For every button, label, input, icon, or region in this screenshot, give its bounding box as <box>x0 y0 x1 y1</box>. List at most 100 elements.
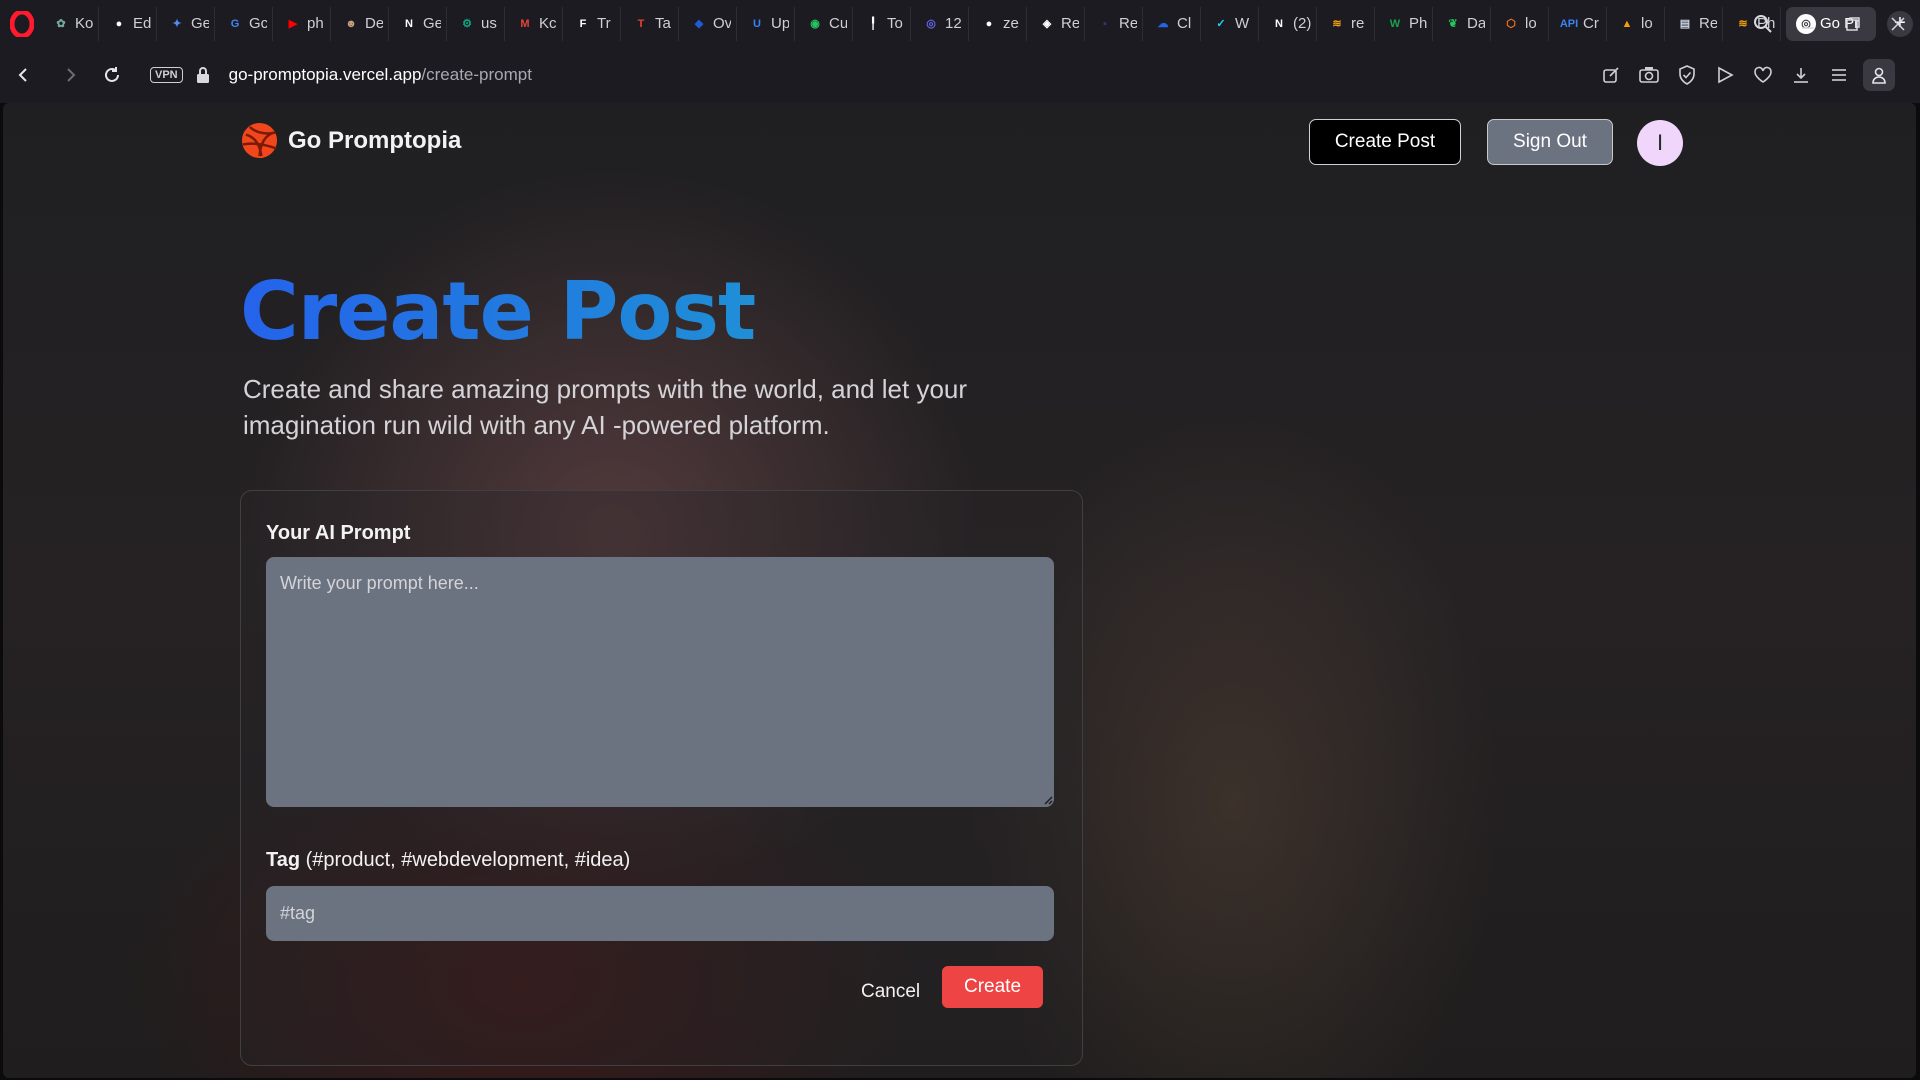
tab-label: Cr <box>1583 15 1599 32</box>
window-controls <box>1740 0 1920 47</box>
tab-label: Da <box>1467 15 1485 32</box>
send-icon[interactable] <box>1706 56 1744 94</box>
reload-icon[interactable] <box>96 59 128 91</box>
browser-tab[interactable]: ≋ re <box>1322 6 1375 41</box>
browser-tab[interactable]: ✓ W <box>1206 6 1259 41</box>
browser-tab[interactable]: ◆ Ov <box>684 6 737 41</box>
shield-blue-icon: ◆ <box>694 18 704 30</box>
heart-icon[interactable] <box>1744 56 1782 94</box>
create-post-button[interactable]: Create Post <box>1309 119 1461 165</box>
api-icon: API <box>1559 17 1579 30</box>
tab-label: Kc <box>539 15 557 32</box>
tab-label: Ta <box>655 15 671 32</box>
browser-tab[interactable]: ▤ Re <box>1670 6 1723 41</box>
upwork-icon: U <box>753 17 761 30</box>
easy-setup-menu-icon[interactable] <box>1820 56 1858 94</box>
browser-tab[interactable]: F Tr <box>568 6 621 41</box>
url-path: /create-prompt <box>421 65 532 84</box>
mongodb-icon: ❦ <box>1448 18 1458 30</box>
browser-tab[interactable]: ▶ ph <box>278 6 331 41</box>
close-window-icon[interactable] <box>1875 0 1920 47</box>
share-edit-icon[interactable] <box>1592 56 1630 94</box>
globe-icon: ◎ <box>926 18 936 30</box>
url-field[interactable]: go-promptopia.vercel.app/create-prompt <box>229 65 532 85</box>
check-icon: ✓ <box>1216 18 1226 30</box>
tab-label: Tr <box>597 15 611 32</box>
lock-icon[interactable] <box>195 66 211 84</box>
browser-tab[interactable]: ☁ Cl <box>1148 6 1201 41</box>
tab-label: Ge <box>423 15 441 32</box>
create-submit-button[interactable]: Create <box>942 966 1043 1008</box>
browser-tab[interactable]: ● Ed <box>104 6 157 41</box>
tag-input[interactable] <box>266 886 1054 941</box>
browser-tab[interactable]: ✦ Ge <box>162 6 215 41</box>
cloud-icon: ☁ <box>1157 18 1169 30</box>
browser-tab[interactable]: N Ge <box>394 6 447 41</box>
notion-n-icon: N <box>405 17 413 30</box>
browser-tab[interactable]: ✿ Ko <box>46 6 99 41</box>
browser-tab[interactable]: ☻ De <box>336 6 389 41</box>
cancel-button[interactable]: Cancel <box>861 981 920 1003</box>
tab-label: lo <box>1641 15 1653 32</box>
browser-tab[interactable]: ● ze <box>974 6 1027 41</box>
chat-green-icon: ◉ <box>810 18 820 30</box>
browser-tab[interactable]: G Gc <box>220 6 273 41</box>
tab-label: (2) <box>1293 15 1311 32</box>
restore-icon[interactable] <box>1830 0 1875 47</box>
brand-name: Go Promptopia <box>288 126 462 154</box>
address-bar: VPN go-promptopia.vercel.app/create-prom… <box>0 47 1920 139</box>
opera-logo-icon[interactable] <box>8 10 36 38</box>
tab-label: De <box>365 15 383 32</box>
browser-tab[interactable]: ◈ Re <box>1032 6 1085 41</box>
page-viewport: Go Promptopia Create Post Sign Out I Cre… <box>3 103 1916 1078</box>
user-avatar[interactable]: I <box>1637 120 1683 166</box>
tab-label: To <box>887 15 903 32</box>
google-translate-icon: G <box>230 17 240 30</box>
browser-tab[interactable]: ▪ Re <box>1090 6 1143 41</box>
browser-tab[interactable]: M Kc <box>510 6 563 41</box>
browser-tab-bar: ✿ Ko ● Ed ✦ Ge G Gc ▶ ph ☻ De N Ge ⚙ us M Kc F Tr T Ta ◆ Ov U Up ◉… <box>0 0 1920 47</box>
vpn-badge[interactable]: VPN <box>150 67 183 83</box>
tool-icon: ╿ <box>869 18 877 30</box>
browser-tab[interactable]: ⚙ us <box>452 6 505 41</box>
prompt-textarea[interactable] <box>266 557 1054 807</box>
browser-tab[interactable]: API Cr <box>1554 6 1607 41</box>
avatar-icon: ☻ <box>345 17 357 30</box>
tab-label: Cu <box>829 15 847 32</box>
forward-arrow-icon[interactable] <box>54 59 86 91</box>
tab-label: W <box>1235 15 1250 32</box>
browser-tab[interactable]: ▲ lo <box>1612 6 1665 41</box>
youtube-icon: ▶ <box>288 18 298 30</box>
download-icon[interactable] <box>1782 56 1820 94</box>
tab-label: us <box>481 15 497 32</box>
sign-out-button[interactable]: Sign Out <box>1487 119 1613 165</box>
browser-tab[interactable]: ❦ Da <box>1438 6 1491 41</box>
github-icon: ● <box>985 17 993 30</box>
tab-label: Ph <box>1409 15 1427 32</box>
tab-label: lo <box>1525 15 1537 32</box>
promptopia-logo-icon <box>241 122 278 159</box>
brand-link[interactable]: Go Promptopia <box>240 121 461 160</box>
browser-tab[interactable]: W Ph <box>1380 6 1433 41</box>
create-post-form: Your AI Prompt Tag (#product, #webdevelo… <box>240 490 1083 1066</box>
profile-icon[interactable] <box>1858 56 1896 94</box>
url-host: go-promptopia.vercel.app <box>228 65 422 84</box>
browser-tab[interactable]: T Ta <box>626 6 679 41</box>
browser-tab[interactable]: ◉ Cu <box>800 6 853 41</box>
shield-check-icon[interactable] <box>1668 56 1706 94</box>
browser-tab[interactable]: ◎ 12 <box>916 6 969 41</box>
tab-strip: ✿ Ko ● Ed ✦ Ge G Gc ▶ ph ☻ De N Ge ⚙ us M Kc F Tr T Ta ◆ Ov U Up ◉… <box>46 0 1786 47</box>
prompt-field-label: Your AI Prompt <box>266 522 411 544</box>
browser-tab[interactable]: N (2) <box>1264 6 1317 41</box>
browser-search-icon[interactable] <box>1740 0 1785 47</box>
tab-label: re <box>1351 15 1365 32</box>
minimize-icon[interactable] <box>1785 0 1830 47</box>
browser-tab[interactable]: U Up <box>742 6 795 41</box>
openai-icon: ⚙ <box>462 18 472 30</box>
back-arrow-icon[interactable] <box>8 59 40 91</box>
resize-grip-icon[interactable] <box>1043 795 1053 805</box>
camera-icon[interactable] <box>1630 56 1668 94</box>
browser-tab[interactable]: ╿ To <box>858 6 911 41</box>
tab-label: Re <box>1699 15 1717 32</box>
browser-tab[interactable]: ⬡ lo <box>1496 6 1549 41</box>
